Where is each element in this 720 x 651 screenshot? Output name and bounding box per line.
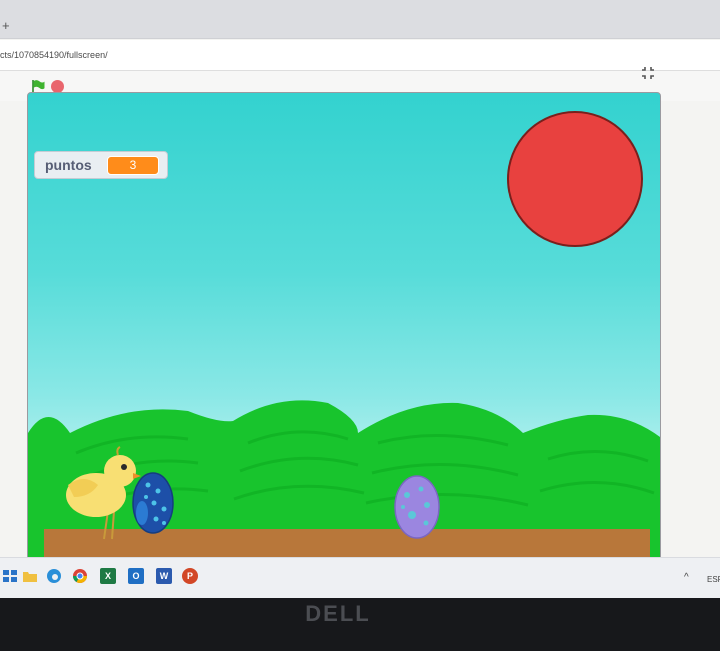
monitor-screen: + cts/1070854190/fullscreen/ puntos 3 X … — [0, 0, 720, 598]
variable-monitor-label: puntos — [45, 157, 92, 173]
red-sun[interactable] — [507, 111, 643, 247]
variable-monitor-value: 3 — [107, 156, 159, 175]
scratch-stage[interactable]: puntos 3 — [27, 92, 661, 566]
windows-start-icon[interactable] — [2, 568, 18, 584]
purple-spotted-egg[interactable] — [394, 475, 440, 539]
dell-logo: DELL — [305, 601, 371, 626]
excel-icon[interactable]: X — [100, 568, 116, 584]
windows-taskbar: X O W P ^ ESP — [0, 557, 720, 598]
edge-icon[interactable] — [46, 568, 62, 584]
blue-spotted-egg[interactable] — [132, 472, 174, 534]
address-bar-url[interactable]: cts/1070854190/fullscreen/ — [0, 50, 108, 60]
outlook-icon[interactable]: O — [128, 568, 144, 584]
browser-tab-strip: + — [0, 0, 720, 39]
variable-monitor: puntos 3 — [34, 151, 168, 179]
chrome-icon[interactable] — [72, 568, 88, 584]
tray-chevron-icon[interactable]: ^ — [684, 572, 689, 583]
language-indicator[interactable]: ESP — [707, 575, 720, 584]
new-tab-button[interactable]: + — [2, 18, 10, 33]
powerpoint-icon[interactable]: P — [182, 568, 198, 584]
word-icon[interactable]: W — [156, 568, 172, 584]
file-explorer-icon[interactable] — [22, 568, 38, 584]
exit-fullscreen-icon[interactable] — [640, 65, 656, 81]
address-bar[interactable]: cts/1070854190/fullscreen/ — [0, 40, 720, 71]
